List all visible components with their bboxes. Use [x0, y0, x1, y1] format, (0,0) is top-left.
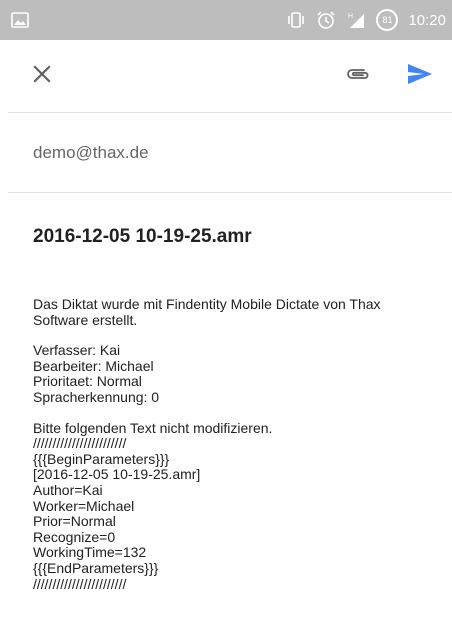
toolbar-actions — [342, 60, 436, 92]
body-meta-line: Prioritaet: Normal — [33, 373, 142, 390]
send-icon — [406, 62, 434, 91]
body-meta-line: Spracherkennung: 0 — [33, 388, 160, 405]
image-icon — [10, 10, 30, 30]
email-body[interactable]: Das Diktat wurde mit Findentity Mobile D… — [33, 296, 443, 607]
body-params-line: {{{BeginParameters}}} — [33, 450, 170, 467]
recipient-divider — [8, 192, 452, 193]
paperclip-icon — [344, 64, 372, 89]
vibrate-icon — [286, 10, 306, 30]
attach-button[interactable] — [342, 60, 374, 92]
body-meta-line: Bearbeiter: Michael — [33, 357, 154, 374]
subject-field[interactable]: 2016-12-05 10-19-25.amr — [33, 226, 252, 248]
close-button[interactable] — [26, 60, 58, 92]
body-params-line: Recognize=0 — [33, 528, 116, 545]
body-params-line: Bitte folgenden Text nicht modifizieren. — [33, 419, 273, 436]
body-intro: Das Diktat wurde mit Findentity Mobile D… — [33, 296, 443, 328]
compose-toolbar — [0, 40, 452, 112]
body-params-line: Author=Kai — [33, 481, 103, 498]
body-params-line: //////////////////////// — [33, 435, 127, 452]
body-params-line: {{{EndParameters}}} — [33, 559, 159, 576]
body-params-line: //////////////////////// — [33, 575, 127, 592]
recipient-field[interactable]: demo@thax.de — [33, 143, 149, 163]
status-bar-left — [10, 10, 30, 30]
body-params-line: Worker=Michael — [33, 497, 135, 514]
toolbar-divider — [8, 112, 452, 113]
battery-icon: 81 — [376, 9, 399, 31]
alarm-icon — [316, 10, 336, 30]
body-intro-line: Software erstellt. — [33, 311, 138, 328]
body-params-line: Prior=Normal — [33, 513, 116, 530]
body-meta-line: Verfasser: Kai — [33, 342, 121, 359]
body-meta: Verfasser: Kai Bearbeiter: Michael Prior… — [33, 343, 443, 405]
body-params-line: [2016-12-05 10-19-25.amr] — [33, 466, 201, 483]
body-params-line: WorkingTime=132 — [33, 544, 147, 561]
svg-text:H: H — [348, 13, 353, 20]
status-time: 10:20 — [408, 11, 446, 29]
body-intro-line: Das Diktat wurde mit Findentity Mobile D… — [33, 296, 381, 312]
body-params: Bitte folgenden Text nicht modifizieren.… — [33, 419, 443, 593]
status-bar-right: H 81 10:20 — [286, 9, 446, 31]
close-icon — [32, 64, 52, 89]
signal-icon: H — [346, 10, 366, 30]
status-bar: H 81 10:20 — [0, 0, 452, 40]
send-button[interactable] — [404, 60, 436, 92]
